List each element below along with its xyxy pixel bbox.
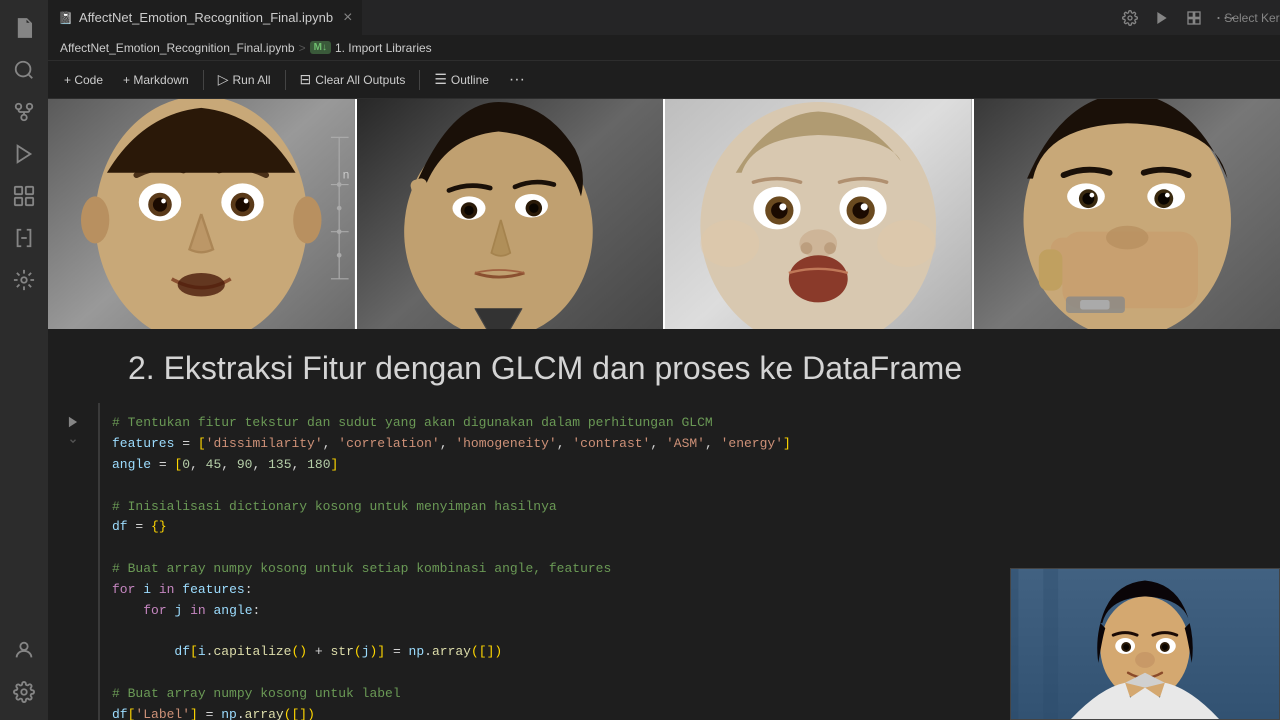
face-image-2 bbox=[357, 99, 666, 329]
select-kernel-btn[interactable]: Select Kernel bbox=[1244, 4, 1272, 32]
face-image-3 bbox=[665, 99, 974, 329]
tab-actions: ··· Select Kernel bbox=[1116, 4, 1280, 32]
add-code-btn[interactable]: + Code bbox=[56, 70, 111, 90]
activity-icon-search[interactable] bbox=[4, 50, 44, 90]
face-image-1: n bbox=[48, 99, 357, 329]
code-kw-for1: for bbox=[112, 582, 135, 597]
toolbar-sep3 bbox=[419, 70, 420, 90]
comment-1: # Tentukan fitur tekstur dan sudut yang … bbox=[112, 415, 713, 430]
breadcrumb-section[interactable]: 1. Import Libraries bbox=[335, 41, 432, 55]
run-all-label: Run All bbox=[233, 73, 271, 87]
breadcrumb-badge: M↓ bbox=[310, 41, 331, 54]
toolbar-sep1 bbox=[203, 70, 204, 90]
tab-bar: 📓 AffectNet_Emotion_Recognition_Final.ip… bbox=[48, 0, 1280, 35]
run-action-btn[interactable] bbox=[1148, 4, 1176, 32]
notebook-tab-label: AffectNet_Emotion_Recognition_Final.ipyn… bbox=[79, 10, 333, 25]
video-overlay bbox=[1010, 568, 1280, 720]
notebook-tab-icon: 📓 bbox=[58, 11, 73, 25]
activity-icon-files[interactable] bbox=[4, 8, 44, 48]
main-area: 📓 AffectNet_Emotion_Recognition_Final.ip… bbox=[48, 0, 1280, 720]
notebook-tab-close[interactable]: × bbox=[343, 9, 352, 27]
toolbar: + Code + Markdown ▷ Run All ⊟ Clear All … bbox=[48, 61, 1280, 99]
cell-run-button[interactable] bbox=[62, 411, 84, 433]
svg-text:n: n bbox=[343, 169, 350, 182]
run-all-btn[interactable]: ▷ Run All bbox=[210, 68, 279, 91]
activity-icon-extensions[interactable] bbox=[4, 176, 44, 216]
code-var-df: df bbox=[112, 519, 128, 534]
outline-icon: ☰ bbox=[434, 71, 447, 88]
add-markdown-btn[interactable]: + Markdown bbox=[115, 70, 197, 90]
activity-icon-settings[interactable] bbox=[4, 672, 44, 712]
toolbar-sep2 bbox=[285, 70, 286, 90]
clear-outputs-label: Clear All Outputs bbox=[315, 73, 405, 87]
activity-bar-bottom bbox=[4, 630, 44, 720]
comment-4: # Buat array numpy kosong untuk label bbox=[112, 686, 401, 701]
notebook-tab[interactable]: 📓 AffectNet_Emotion_Recognition_Final.ip… bbox=[48, 0, 363, 35]
clear-outputs-btn[interactable]: ⊟ Clear All Outputs bbox=[292, 68, 414, 91]
activity-icon-run[interactable] bbox=[4, 134, 44, 174]
cell-collapse-button[interactable] bbox=[68, 435, 78, 449]
outline-btn[interactable]: ☰ Outline bbox=[426, 68, 497, 91]
run-all-icon: ▷ bbox=[218, 71, 229, 88]
face-images-output: n bbox=[48, 99, 1280, 329]
webcam-video bbox=[1011, 569, 1279, 719]
activity-bar bbox=[0, 0, 48, 720]
breadcrumb-file[interactable]: AffectNet_Emotion_Recognition_Final.ipyn… bbox=[60, 41, 295, 55]
cell-gutter bbox=[48, 403, 98, 720]
code-var-features: features bbox=[112, 436, 174, 451]
activity-icon-account[interactable] bbox=[4, 630, 44, 670]
outline-label: Outline bbox=[451, 73, 489, 87]
settings-action-btn[interactable] bbox=[1116, 4, 1144, 32]
select-kernel-label: Select Kernel bbox=[1224, 11, 1280, 25]
breadcrumb-sep1: > bbox=[299, 41, 306, 55]
activity-icon-source-control[interactable] bbox=[4, 92, 44, 132]
more-btn[interactable]: ··· bbox=[501, 68, 533, 92]
comment-2: # Inisialisasi dictionary kosong untuk m… bbox=[112, 499, 557, 514]
face-image-4 bbox=[974, 99, 1280, 329]
clear-outputs-icon: ⊟ bbox=[300, 71, 312, 88]
activity-icon-test[interactable] bbox=[4, 218, 44, 258]
layout-action-btn[interactable] bbox=[1180, 4, 1208, 32]
code-var-angle: angle bbox=[112, 457, 151, 472]
notebook-content[interactable]: n bbox=[48, 99, 1280, 720]
breadcrumb: AffectNet_Emotion_Recognition_Final.ipyn… bbox=[48, 35, 1280, 61]
section-heading-2: 2. Ekstraksi Fitur dengan GLCM dan prose… bbox=[48, 329, 1280, 403]
activity-icon-remote[interactable] bbox=[4, 260, 44, 300]
code-kw-for2: for bbox=[143, 603, 166, 618]
comment-3: # Buat array numpy kosong untuk setiap k… bbox=[112, 561, 611, 576]
